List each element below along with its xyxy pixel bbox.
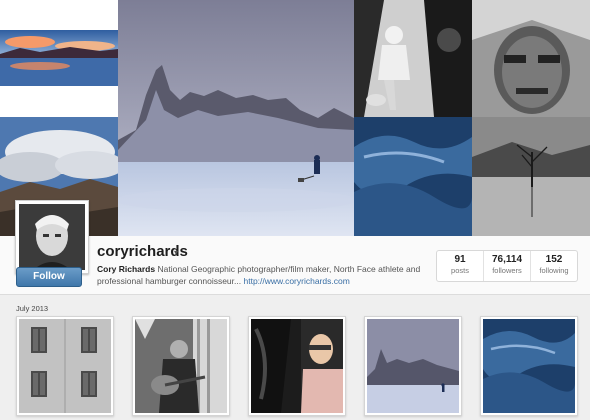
stat-label: posts [451,266,469,275]
feed-section-date: July 2013 [16,304,49,313]
stat-following[interactable]: 152 following [531,251,577,281]
mosaic-photo-lone-tree[interactable] [472,117,590,236]
stat-value: 152 [545,254,563,265]
feed-photo-glacier-ice[interactable] [480,316,578,416]
profile-bio: Cory Richards National Geographic photog… [97,263,427,287]
mosaic-photo-sunset-lake[interactable] [0,0,118,117]
profile-stats: 91 posts 76,114 followers 152 following [436,250,578,282]
stat-value: 91 [454,254,466,265]
stat-followers[interactable]: 76,114 followers [484,251,531,281]
stat-label: following [539,266,569,275]
follow-button[interactable]: Follow [16,267,82,287]
feed-photo-building-windows[interactable] [16,316,114,416]
mosaic-photo-glacier-ice[interactable] [354,117,472,236]
mosaic-photo-mountaineer-face[interactable] [472,0,590,117]
feed-photo-portrait-jacket[interactable] [248,316,346,416]
username-dropdown-caret-icon[interactable]: ▾ [174,248,178,257]
mosaic-photo-climber-tent[interactable] [354,0,472,117]
full-name: Cory Richards [97,264,156,274]
stat-value: 76,114 [491,254,523,265]
stat-label: followers [492,266,522,275]
feed-photo-patagonia-skier[interactable] [364,316,462,416]
website-link[interactable]: http://www.coryrichards.com [244,276,350,286]
stat-posts[interactable]: 91 posts [437,251,484,281]
avatar [15,200,89,274]
feed-photo-guitar-player[interactable] [132,316,230,416]
mosaic-photo-patagonia-skier[interactable] [118,0,354,236]
